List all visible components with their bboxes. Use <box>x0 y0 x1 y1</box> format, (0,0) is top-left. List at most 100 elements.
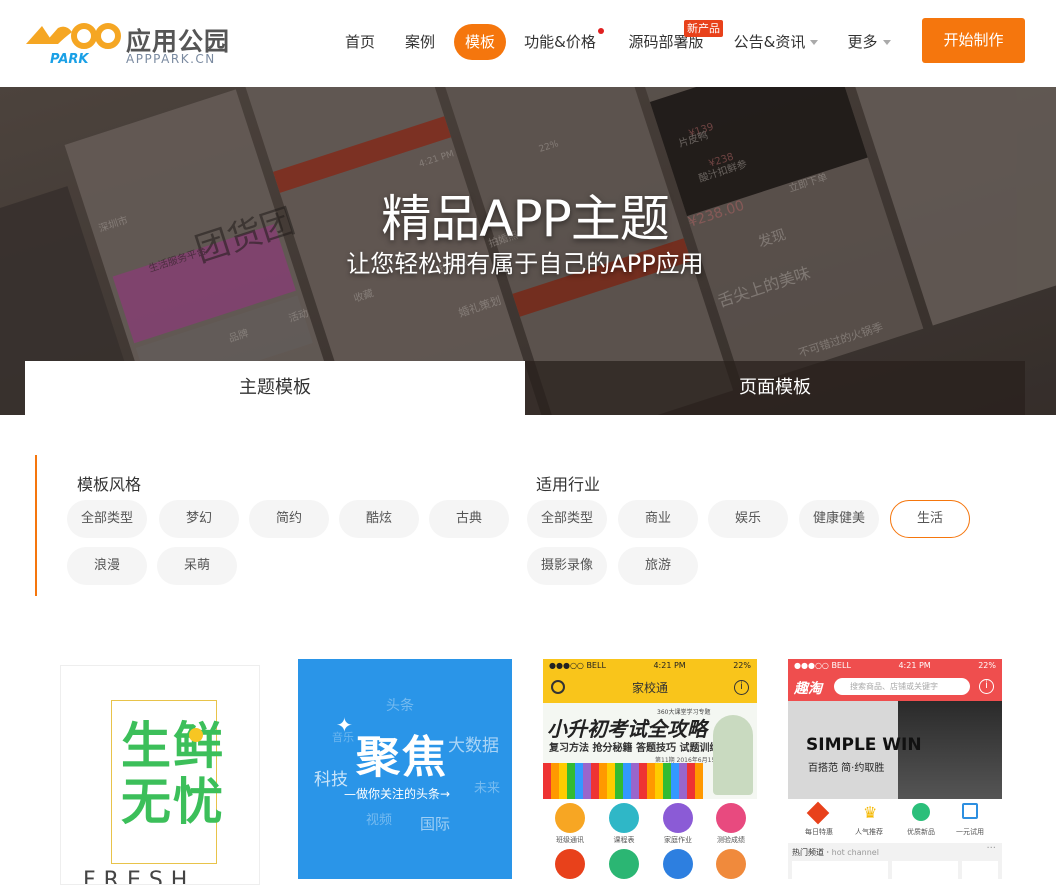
crown-icon[interactable]: ♛ <box>863 803 877 822</box>
class-news-icon[interactable] <box>555 803 585 833</box>
fresh-line-2: 无忧 <box>121 773 225 831</box>
timetable-icon[interactable] <box>609 803 639 833</box>
new-product-badge: 新产品 <box>684 20 723 37</box>
channel-tile[interactable] <box>892 861 958 879</box>
nav-source-deploy[interactable]: 源码部署版 新产品 <box>626 20 723 60</box>
focus-tag: 国际 <box>420 815 451 833</box>
feature-label: 课程表 <box>613 836 635 844</box>
style-chip-dreamy[interactable]: 梦幻 <box>159 500 239 538</box>
industry-chip-photography[interactable]: 摄影录像 <box>527 547 607 585</box>
focus-tag: 未来 <box>474 781 501 796</box>
nav-home[interactable]: 首页 <box>334 24 386 60</box>
search-input[interactable]: 搜索商品、店铺或关键字 <box>834 678 970 695</box>
style-chip-cute[interactable]: 呆萌 <box>157 547 237 585</box>
status-bar: ●●●○○ BELL 4:21 PM 22% <box>543 659 757 673</box>
industry-chip-entertainment[interactable]: 娱乐 <box>708 500 788 538</box>
phone-header: ●●●○○ BELL 4:21 PM 22% 趣淘 搜索商品、店铺或关键字 i <box>788 659 1002 701</box>
industry-chip-travel[interactable]: 旅游 <box>618 547 698 585</box>
section-title: 热门频道 · hot channel <box>792 848 879 857</box>
nav-more[interactable]: 更多 <box>846 24 892 60</box>
hero-subtitle: 让您轻松拥有属于自己的APP应用 <box>346 250 704 278</box>
banner-title: SIMPLE WIN <box>806 735 922 755</box>
template-card-homeschool[interactable]: ●●●○○ BELL 4:21 PM 22% 家校通 i 小升初考试全攻略 36… <box>543 659 757 879</box>
student-image <box>713 715 753 795</box>
nav-cases-label: 案例 <box>404 33 435 51</box>
template-card-focus[interactable]: 头条 大数据 科技 未来 视频 国际 音乐 ✦ 聚焦 —做你关注的头条→ <box>298 659 512 879</box>
industry-chip-life[interactable]: 生活 <box>890 500 970 538</box>
logo-mark-icon: PARK <box>26 23 121 67</box>
status-battery: 22% <box>733 661 751 670</box>
app-bar: 家校通 i <box>543 673 757 703</box>
tab-page-templates[interactable]: 页面模板 <box>525 361 1025 415</box>
status-bar: ●●●○○ BELL 4:21 PM 22% <box>788 659 1002 673</box>
new-dot-icon <box>598 28 604 34</box>
fresh-line-1: 生鲜 <box>121 717 225 775</box>
focus-tagline: —做你关注的头条→ <box>344 787 451 801</box>
feature-icon[interactable] <box>555 849 585 879</box>
focus-headline: 聚焦 <box>356 732 448 783</box>
exam-banner: 小升初考试全攻略 360大课堂学习专题 复习方法 抢分秘籍 答题技巧 试题训练 … <box>543 703 757 799</box>
nav-cases[interactable]: 案例 <box>394 24 446 60</box>
channel-tile[interactable] <box>792 861 888 879</box>
style-chip-all[interactable]: 全部类型 <box>67 500 147 538</box>
industry-chip-business[interactable]: 商业 <box>618 500 698 538</box>
nav-home-label: 首页 <box>344 33 375 51</box>
section-title-en: hot channel <box>831 848 879 857</box>
tab-theme-templates[interactable]: 主题模板 <box>25 361 525 415</box>
category-label: 每日特惠 <box>805 828 833 836</box>
status-battery: 22% <box>978 661 996 670</box>
new-icon[interactable] <box>912 803 930 821</box>
hero-banner: 团货团 发现 舌尖上的美味 婚礼策划 4:21 PM 22% ¥139 ¥238… <box>0 87 1056 415</box>
style-chip-romantic[interactable]: 浪漫 <box>67 547 147 585</box>
fashion-banner: SIMPLE WIN 百搭范 简·约取胜 <box>788 701 1002 799</box>
nav-features-label: 功能&价格 <box>524 33 596 51</box>
nav-templates-label: 模板 <box>464 33 495 51</box>
feature-icon[interactable] <box>663 849 693 879</box>
feature-icon[interactable] <box>609 849 639 879</box>
search-icon <box>551 680 565 694</box>
category-label: 一元试用 <box>956 828 984 836</box>
channel-tile[interactable] <box>962 861 998 879</box>
style-chip-classic[interactable]: 古典 <box>429 500 509 538</box>
site-logo[interactable]: PARK 应用公园 APPPARK.CN <box>24 18 234 68</box>
template-card-qutao[interactable]: ●●●○○ BELL 4:21 PM 22% 趣淘 搜索商品、店铺或关键字 i … <box>788 659 1002 879</box>
style-chip-cool[interactable]: 酷炫 <box>339 500 419 538</box>
feature-icon[interactable] <box>716 849 746 879</box>
banner-line: 答题技巧 <box>635 743 676 754</box>
app-title: 家校通 <box>631 681 668 695</box>
feature-label: 测验成绩 <box>717 836 745 844</box>
homework-icon[interactable] <box>663 803 693 833</box>
industry-chip-fitness[interactable]: 健康健美 <box>799 500 879 538</box>
style-chip-simple[interactable]: 简约 <box>249 500 329 538</box>
pencils-image <box>543 763 703 799</box>
logo-subtext: APPPARK.CN <box>126 52 216 66</box>
filter-industry-title: 适用行业 <box>536 475 601 494</box>
banner-sub: 百搭范 简·约取胜 <box>808 763 885 774</box>
start-making-button[interactable]: 开始制作 <box>922 18 1025 63</box>
section-title-cn: 热门频道 <box>792 848 824 857</box>
tag-icon[interactable] <box>806 801 830 825</box>
nav-news[interactable]: 公告&资讯 <box>732 24 820 60</box>
cart-icon[interactable] <box>962 803 978 819</box>
hot-channel-section: 热门频道 · hot channel ··· <box>788 843 1002 879</box>
nav-more-label: 更多 <box>847 33 878 51</box>
banner-tag: 360大课堂学习专题 <box>657 709 711 716</box>
hero-title: 精品APP主题 <box>381 190 670 248</box>
nav-features-pricing[interactable]: 功能&价格 <box>520 24 604 60</box>
template-card-fresh[interactable]: 生鲜 无忧 FRESH <box>60 665 260 885</box>
banner-line: 抢分秘籍 <box>592 743 633 754</box>
banner-line: 复习方法 <box>549 743 589 754</box>
lemon-icon <box>189 728 203 742</box>
phone-header: ●●●○○ BELL 4:21 PM 22% 家校通 i <box>543 659 757 703</box>
grades-icon[interactable] <box>716 803 746 833</box>
nav-templates[interactable]: 模板 <box>454 24 506 60</box>
info-icon: i <box>734 680 749 695</box>
fresh-logo-text: 生鲜 无忧 <box>121 718 225 830</box>
chevron-down-icon <box>810 40 819 45</box>
industry-chip-all[interactable]: 全部类型 <box>527 500 607 538</box>
category-label: 优质新品 <box>907 828 935 836</box>
status-carrier: ●●●○○ BELL <box>794 661 851 670</box>
site-header: PARK 应用公园 APPPARK.CN 首页 案例 模板 功能&价格 源码部署… <box>0 0 1056 87</box>
more-icon[interactable]: ··· <box>986 843 996 854</box>
feature-label: 家庭作业 <box>664 836 692 844</box>
